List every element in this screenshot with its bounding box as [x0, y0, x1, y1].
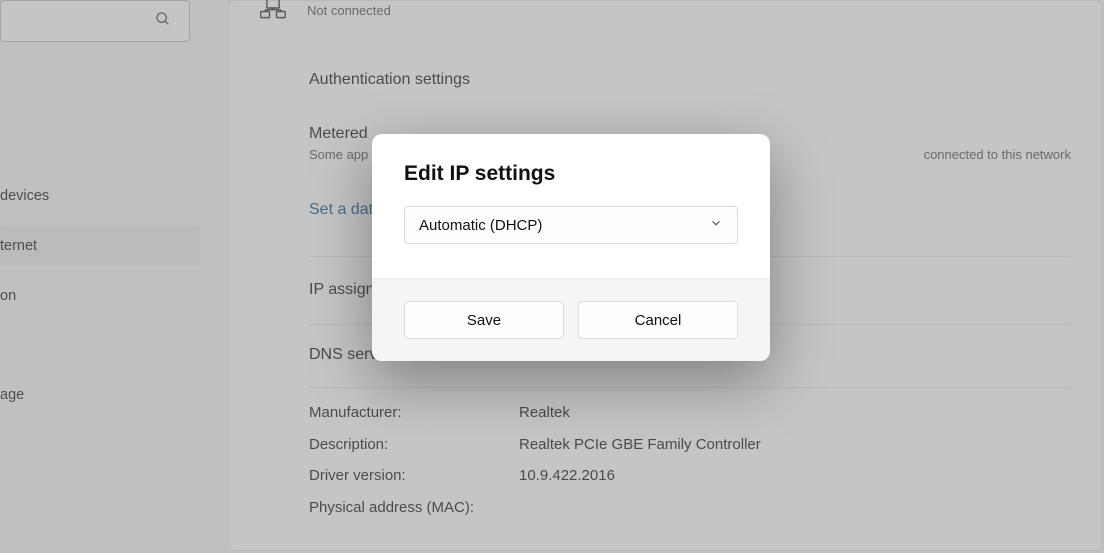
save-button[interactable]: Save	[404, 301, 564, 339]
dropdown-value: Automatic (DHCP)	[419, 217, 542, 234]
cancel-button[interactable]: Cancel	[578, 301, 738, 339]
ip-settings-dropdown[interactable]: Automatic (DHCP)	[404, 206, 738, 244]
edit-ip-settings-dialog: Edit IP settings Automatic (DHCP) Save C…	[372, 134, 770, 361]
chevron-down-icon	[709, 216, 723, 234]
dialog-title: Edit IP settings	[404, 162, 738, 186]
